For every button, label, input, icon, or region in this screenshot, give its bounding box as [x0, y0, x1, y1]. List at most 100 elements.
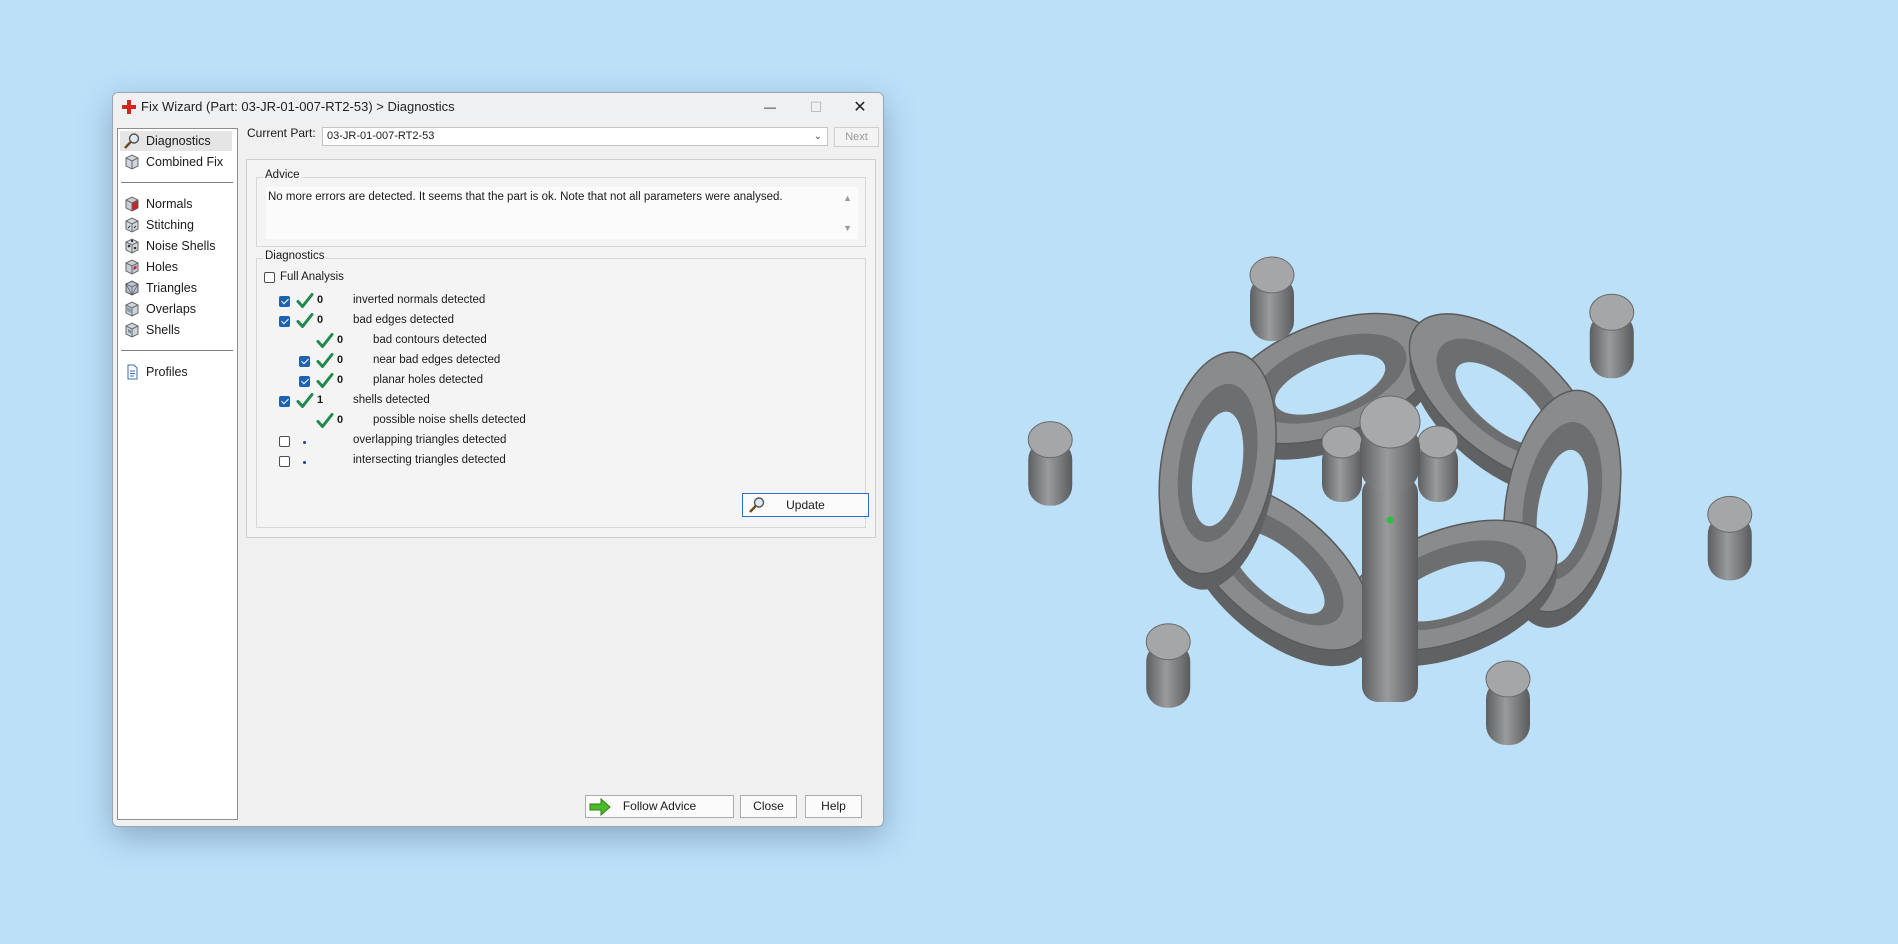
green-check-icon	[316, 332, 334, 350]
pin-top	[1485, 660, 1531, 698]
diagnostic-checkbox[interactable]	[279, 316, 290, 327]
center-post	[1362, 477, 1418, 702]
sidebar-item-label: Normals	[146, 197, 193, 211]
sidebar-item-stitching[interactable]: Stitching	[120, 215, 232, 235]
diagnostic-text: possible noise shells detected	[373, 414, 526, 426]
close-button[interactable]: Close	[740, 795, 797, 818]
diagnostic-text: overlapping triangles detected	[353, 434, 507, 446]
diagnostic-text: bad edges detected	[353, 314, 455, 326]
sidebar-item-noise-shells[interactable]: Noise Shells	[120, 236, 232, 256]
help-button[interactable]: Help	[805, 795, 862, 818]
diagnostic-count: 0	[317, 314, 324, 326]
sidebar-item-holes[interactable]: Holes	[120, 257, 232, 277]
sidebar-item-label: Holes	[146, 260, 178, 274]
diagnostic-checkbox[interactable]	[279, 396, 290, 407]
follow-advice-button[interactable]: Follow Advice	[585, 795, 734, 818]
pin-top	[1145, 623, 1191, 661]
current-part-value: 03-JR-01-007-RT2-53	[327, 130, 435, 142]
full-analysis-box[interactable]	[264, 272, 275, 283]
diagnostic-count: 0	[337, 414, 344, 426]
title-bar[interactable]: Fix Wizard (Part: 03-JR-01-007-RT2-53) >…	[113, 93, 883, 121]
sidebar-item-profiles[interactable]: Profiles	[120, 362, 232, 382]
sidebar-divider	[121, 182, 233, 183]
chevron-down-icon: ⌄	[813, 131, 822, 142]
pending-dot-icon	[303, 441, 306, 444]
diagnostic-text: shells detected	[353, 394, 430, 406]
maximize-icon: ☐	[809, 98, 823, 115]
green-check-icon	[296, 392, 314, 410]
pin-top	[1707, 495, 1753, 533]
diagnostic-text: bad contours detected	[373, 334, 487, 346]
fix-wizard-window: Fix Wizard (Part: 03-JR-01-007-RT2-53) >…	[112, 92, 884, 827]
minimize-button[interactable]: —	[747, 93, 793, 121]
diagnostic-checkbox[interactable]	[279, 436, 290, 447]
noise-shells-cube-icon	[125, 238, 139, 254]
sidebar-item-label: Triangles	[146, 281, 197, 295]
green-check-icon	[316, 412, 334, 430]
diagnostic-text: near bad edges detected	[373, 354, 501, 366]
advice-text: No more errors are detected. It seems th…	[268, 191, 783, 203]
follow-advice-label: Follow Advice	[622, 799, 697, 813]
green-check-icon	[296, 312, 314, 330]
cube-icon	[125, 154, 139, 170]
scroll-up-icon[interactable]: ▲	[843, 193, 852, 203]
green-check-icon	[316, 352, 334, 370]
full-analysis-label: Full Analysis	[280, 271, 344, 283]
magnifier-icon	[749, 497, 765, 513]
green-arrow-icon	[589, 798, 611, 816]
green-check-icon	[316, 372, 334, 390]
holes-cube-icon	[125, 259, 139, 275]
pin-top	[1027, 421, 1073, 459]
minimize-icon: —	[764, 100, 776, 114]
close-window-button[interactable]: ✕	[837, 93, 883, 121]
red-cross-icon	[122, 100, 136, 114]
sidebar-item-label: Shells	[146, 323, 181, 337]
pivot-marker	[1386, 516, 1394, 524]
current-part-select[interactable]: 03-JR-01-007-RT2-53 ⌄	[322, 127, 828, 146]
next-button[interactable]: Next	[834, 127, 879, 147]
stitching-cube-icon	[125, 217, 139, 233]
sidebar-item-label: Noise Shells	[146, 239, 216, 253]
sidebar-item-label: Diagnostics	[146, 134, 211, 148]
sidebar-item-label: Profiles	[146, 365, 188, 379]
overlaps-cube-icon	[125, 301, 139, 317]
sidebar-item-shells[interactable]: Shells	[120, 320, 232, 340]
sidebar-item-normals[interactable]: Normals	[120, 194, 232, 214]
scroll-down-icon[interactable]: ▼	[843, 223, 852, 233]
document-icon	[127, 364, 138, 380]
maximize-button[interactable]: ☐	[793, 93, 839, 121]
magnifier-icon	[124, 133, 140, 149]
pin-top	[1321, 425, 1363, 459]
diagnostic-checkbox[interactable]	[279, 296, 290, 307]
sidebar: Diagnostics Combined Fix Normals Stitchi…	[117, 128, 238, 820]
pending-dot-icon	[303, 461, 306, 464]
sidebar-item-combined-fix[interactable]: Combined Fix	[120, 152, 232, 172]
close-icon: ✕	[853, 99, 867, 116]
diagnostic-checkbox[interactable]	[299, 376, 310, 387]
diagnostic-checkbox[interactable]	[299, 356, 310, 367]
diagnostic-checkbox[interactable]	[279, 456, 290, 467]
diagnostics-group: Diagnostics Full Analysis 0 inverted norm…	[256, 250, 869, 528]
advice-text-box[interactable]: No more errors are detected. It seems th…	[266, 187, 858, 239]
advice-title: Advice	[263, 169, 302, 181]
update-button[interactable]: Update	[742, 493, 869, 517]
window-title: Fix Wizard (Part: 03-JR-01-007-RT2-53) >…	[141, 99, 455, 114]
diagnostic-count: 0	[337, 354, 344, 366]
update-label: Update	[786, 498, 825, 512]
sidebar-item-label: Overlaps	[146, 302, 197, 316]
part-model	[1027, 256, 1753, 746]
sidebar-item-diagnostics[interactable]: Diagnostics	[120, 131, 232, 151]
diagnostic-text: inverted normals detected	[353, 294, 486, 306]
pin-top	[1249, 256, 1295, 294]
diagnostic-count: 1	[317, 394, 324, 406]
diagnostic-text: planar holes detected	[373, 374, 483, 386]
sidebar-item-triangles[interactable]: Triangles	[120, 278, 232, 298]
3d-model-view[interactable]	[990, 210, 1790, 770]
normals-cube-icon	[125, 196, 139, 212]
green-check-icon	[296, 292, 314, 310]
advice-group: Advice No more errors are detected. It s…	[256, 169, 866, 247]
pin-top	[1589, 293, 1635, 331]
sidebar-divider	[121, 350, 233, 351]
sidebar-item-overlaps[interactable]: Overlaps	[120, 299, 232, 319]
diagnostics-title: Diagnostics	[263, 250, 327, 262]
